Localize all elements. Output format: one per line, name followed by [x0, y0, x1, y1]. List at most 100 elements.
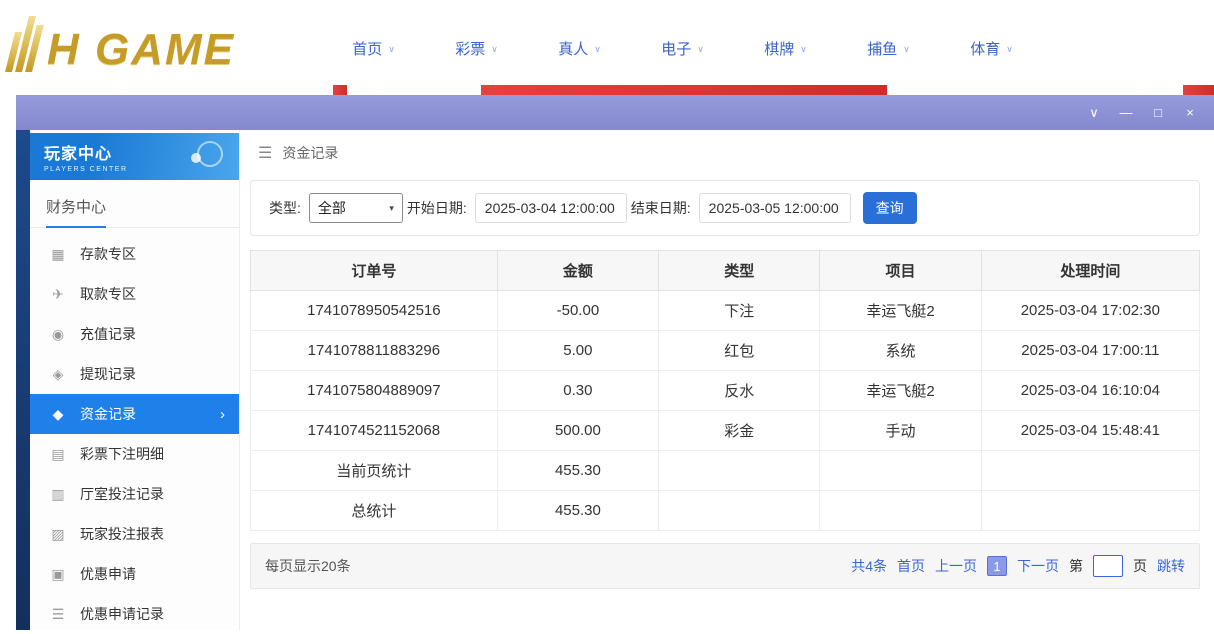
- end-date-input[interactable]: [699, 193, 851, 223]
- nav-item-fishing[interactable]: 捕鱼 ∨: [837, 38, 940, 59]
- sidebar-section-title: 财务中心: [30, 196, 239, 228]
- promo-record-icon: ☰: [50, 606, 66, 623]
- column-header: 类型: [659, 251, 820, 291]
- sidebar-menu: ▦ 存款专区 ✈ 取款专区 ◉ 充值记录 ◈ 提现记录 ◆ 资金记录 › ▤: [30, 234, 239, 634]
- chevron-down-icon: ∨: [697, 44, 704, 55]
- chevron-right-icon: ›: [220, 406, 225, 423]
- nav-item-sports[interactable]: 体育 ∨: [940, 38, 1043, 59]
- chevron-down-icon: ∨: [800, 44, 807, 55]
- cell-amount: 455.30: [497, 451, 658, 491]
- first-page-link[interactable]: 首页: [897, 556, 925, 576]
- nav-label: 首页: [352, 38, 382, 59]
- cell-time: 2025-03-04 15:48:41: [981, 411, 1199, 451]
- cell-time: 2025-03-04 16:10:04: [981, 371, 1199, 411]
- jump-suffix-label: 页: [1133, 556, 1147, 576]
- site-header: H GAME 首页 ∨ 彩票 ∨ 真人 ∨ 电子 ∨ 棋牌 ∨ 捕鱼 ∨ 体育 …: [0, 0, 1214, 95]
- sidebar-item-label: 优惠申请: [80, 564, 136, 584]
- nav-label: 真人: [558, 38, 588, 59]
- bet-report-icon: ▨: [50, 526, 66, 543]
- start-date-input[interactable]: [475, 193, 627, 223]
- cell-order-id: 1741074521152068: [251, 411, 498, 451]
- recharge-icon: ◉: [50, 326, 66, 343]
- cell-order-id: 1741078950542516: [251, 291, 498, 331]
- sidebar-item-deposit-zone[interactable]: ▦ 存款专区: [30, 234, 239, 274]
- prev-page-link[interactable]: 上一页: [935, 556, 977, 576]
- sidebar-item-lottery-bet-detail[interactable]: ▤ 彩票下注明细: [30, 434, 239, 474]
- nav-item-home[interactable]: 首页 ∨: [322, 38, 425, 59]
- cell-time: 2025-03-04 17:02:30: [981, 291, 1199, 331]
- nav-item-lottery[interactable]: 彩票 ∨: [425, 38, 528, 59]
- cell-type: [659, 451, 820, 491]
- menu-toggle-icon[interactable]: ☰: [258, 143, 272, 163]
- table-row: 1741075804889097 0.30 反水 幸运飞艇2 2025-03-0…: [251, 371, 1200, 411]
- nav-label: 彩票: [455, 38, 485, 59]
- promo-apply-icon: ▣: [50, 566, 66, 583]
- breadcrumb: ☰ 资金记录: [240, 130, 1214, 176]
- jump-button[interactable]: 跳转: [1157, 556, 1185, 576]
- sidebar-item-label: 优惠申请记录: [80, 604, 164, 624]
- column-header: 项目: [820, 251, 981, 291]
- sidebar-item-player-bet-report[interactable]: ▨ 玩家投注报表: [30, 514, 239, 554]
- type-select[interactable]: 全部 ▾: [309, 193, 403, 223]
- sidebar-header: 玩家中心 PLAYERS CENTER: [30, 133, 239, 180]
- withdrawal-record-icon: ◈: [50, 366, 66, 383]
- sidebar-item-hall-bet-record[interactable]: ▥ 厅室投注记录: [30, 474, 239, 514]
- funds-record-icon: ◆: [50, 406, 66, 423]
- sidebar-subtitle: PLAYERS CENTER: [44, 166, 239, 173]
- logo-bars-icon: [5, 16, 46, 72]
- sidebar-item-withdrawal-record[interactable]: ◈ 提现记录: [30, 354, 239, 394]
- type-label: 类型:: [269, 198, 301, 218]
- cell-amount: 455.30: [497, 491, 658, 531]
- page-size-text: 每页显示20条: [265, 556, 351, 576]
- cell-item: 系统: [820, 331, 981, 371]
- nav-item-live[interactable]: 真人 ∨: [528, 38, 631, 59]
- chevron-down-icon: ▾: [389, 203, 394, 214]
- chevron-down-icon: ∨: [388, 44, 395, 55]
- nav-label: 体育: [970, 38, 1000, 59]
- main-nav: 首页 ∨ 彩票 ∨ 真人 ∨ 电子 ∨ 棋牌 ∨ 捕鱼 ∨ 体育 ∨: [322, 38, 1043, 59]
- globe-icon: [197, 141, 223, 167]
- current-page-badge[interactable]: 1: [987, 556, 1007, 576]
- cell-time: [981, 451, 1199, 491]
- next-page-link[interactable]: 下一页: [1017, 556, 1059, 576]
- cell-time: 2025-03-04 17:00:11: [981, 331, 1199, 371]
- nav-label: 电子: [661, 38, 691, 59]
- sidebar-item-promo-apply[interactable]: ▣ 优惠申请: [30, 554, 239, 594]
- logo-text: H GAME: [47, 28, 235, 72]
- cell-order-id: 1741075804889097: [251, 371, 498, 411]
- cell-item: [820, 491, 981, 531]
- cell-type: 红包: [659, 331, 820, 371]
- cell-item: 幸运飞艇2: [820, 291, 981, 331]
- deposit-icon: ▦: [50, 246, 66, 263]
- nav-item-slots[interactable]: 电子 ∨: [631, 38, 734, 59]
- window-body: 玩家中心 PLAYERS CENTER 财务中心 ▦ 存款专区 ✈ 取款专区 ◉…: [16, 130, 1214, 630]
- nav-label: 棋牌: [764, 38, 794, 59]
- cell-type: 反水: [659, 371, 820, 411]
- query-button[interactable]: 查询: [863, 192, 917, 224]
- cell-order-id: 1741078811883296: [251, 331, 498, 371]
- sidebar-item-funds-record[interactable]: ◆ 资金记录 ›: [30, 394, 239, 434]
- jump-page-input[interactable]: [1093, 555, 1123, 577]
- type-select-value: 全部: [318, 198, 346, 218]
- sidebar-item-label: 充值记录: [80, 324, 136, 344]
- sidebar-item-promo-apply-record[interactable]: ☰ 优惠申请记录: [30, 594, 239, 634]
- cell-item: 手动: [820, 411, 981, 451]
- table-row: 1741078950542516 -50.00 下注 幸运飞艇2 2025-03…: [251, 291, 1200, 331]
- cell-order-id: 总统计: [251, 491, 498, 531]
- sidebar-item-recharge-record[interactable]: ◉ 充值记录: [30, 314, 239, 354]
- jump-prefix-label: 第: [1069, 556, 1083, 576]
- close-icon[interactable]: ×: [1174, 105, 1206, 120]
- cell-amount: 5.00: [497, 331, 658, 371]
- table-footer: 每页显示20条 共4条 首页 上一页 1 下一页 第 页 跳转: [250, 543, 1200, 589]
- nav-item-cards[interactable]: 棋牌 ∨: [734, 38, 837, 59]
- minimize-icon[interactable]: —: [1110, 105, 1142, 120]
- sidebar-item-withdraw-zone[interactable]: ✈ 取款专区: [30, 274, 239, 314]
- cell-amount: -50.00: [497, 291, 658, 331]
- filter-panel: 类型: 全部 ▾ 开始日期: 结束日期: 查询: [250, 180, 1200, 236]
- collapse-icon[interactable]: ∨: [1078, 105, 1110, 121]
- cell-item: [820, 451, 981, 491]
- main-content: ☰ 资金记录 类型: 全部 ▾ 开始日期: 结束日期: 查询 订单号 金额 类型…: [240, 130, 1214, 630]
- sidebar-item-label: 彩票下注明细: [80, 444, 164, 464]
- table-row-page-summary: 当前页统计 455.30: [251, 451, 1200, 491]
- maximize-icon[interactable]: □: [1142, 105, 1174, 120]
